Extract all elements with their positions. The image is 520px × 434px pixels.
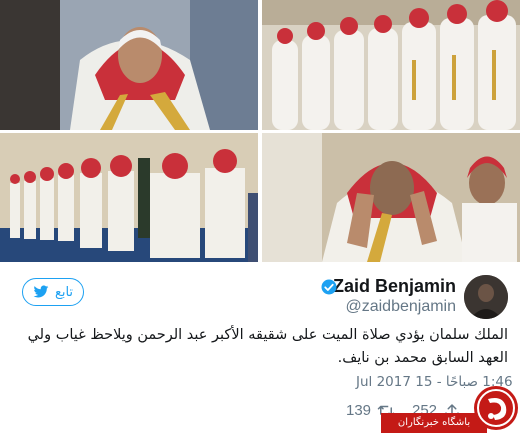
photo-3[interactable] bbox=[0, 133, 258, 262]
watermark-label: باشگاه خبرنگاران bbox=[381, 413, 487, 433]
photo-4[interactable] bbox=[262, 133, 520, 262]
avatar[interactable] bbox=[464, 275, 508, 319]
photo-2[interactable] bbox=[262, 0, 520, 130]
photo-grid bbox=[0, 0, 520, 262]
user-handle[interactable]: @zaidbenjamin bbox=[345, 298, 456, 316]
watermark-logo-icon bbox=[474, 386, 518, 430]
retweet-count: 139 bbox=[346, 402, 372, 419]
twitter-bird-icon bbox=[33, 285, 49, 298]
display-name[interactable]: Zaid Benjamin bbox=[333, 276, 456, 297]
verified-badge-icon bbox=[321, 279, 337, 295]
follow-button[interactable]: تابع bbox=[22, 278, 84, 306]
tweet-text: الملك سلمان يؤدي صلاة الميت على شقيقه ال… bbox=[27, 327, 508, 366]
photo-1[interactable] bbox=[0, 0, 258, 130]
follow-label: تابع bbox=[54, 284, 74, 300]
watermark: باشگاه خبرنگاران bbox=[381, 383, 520, 434]
